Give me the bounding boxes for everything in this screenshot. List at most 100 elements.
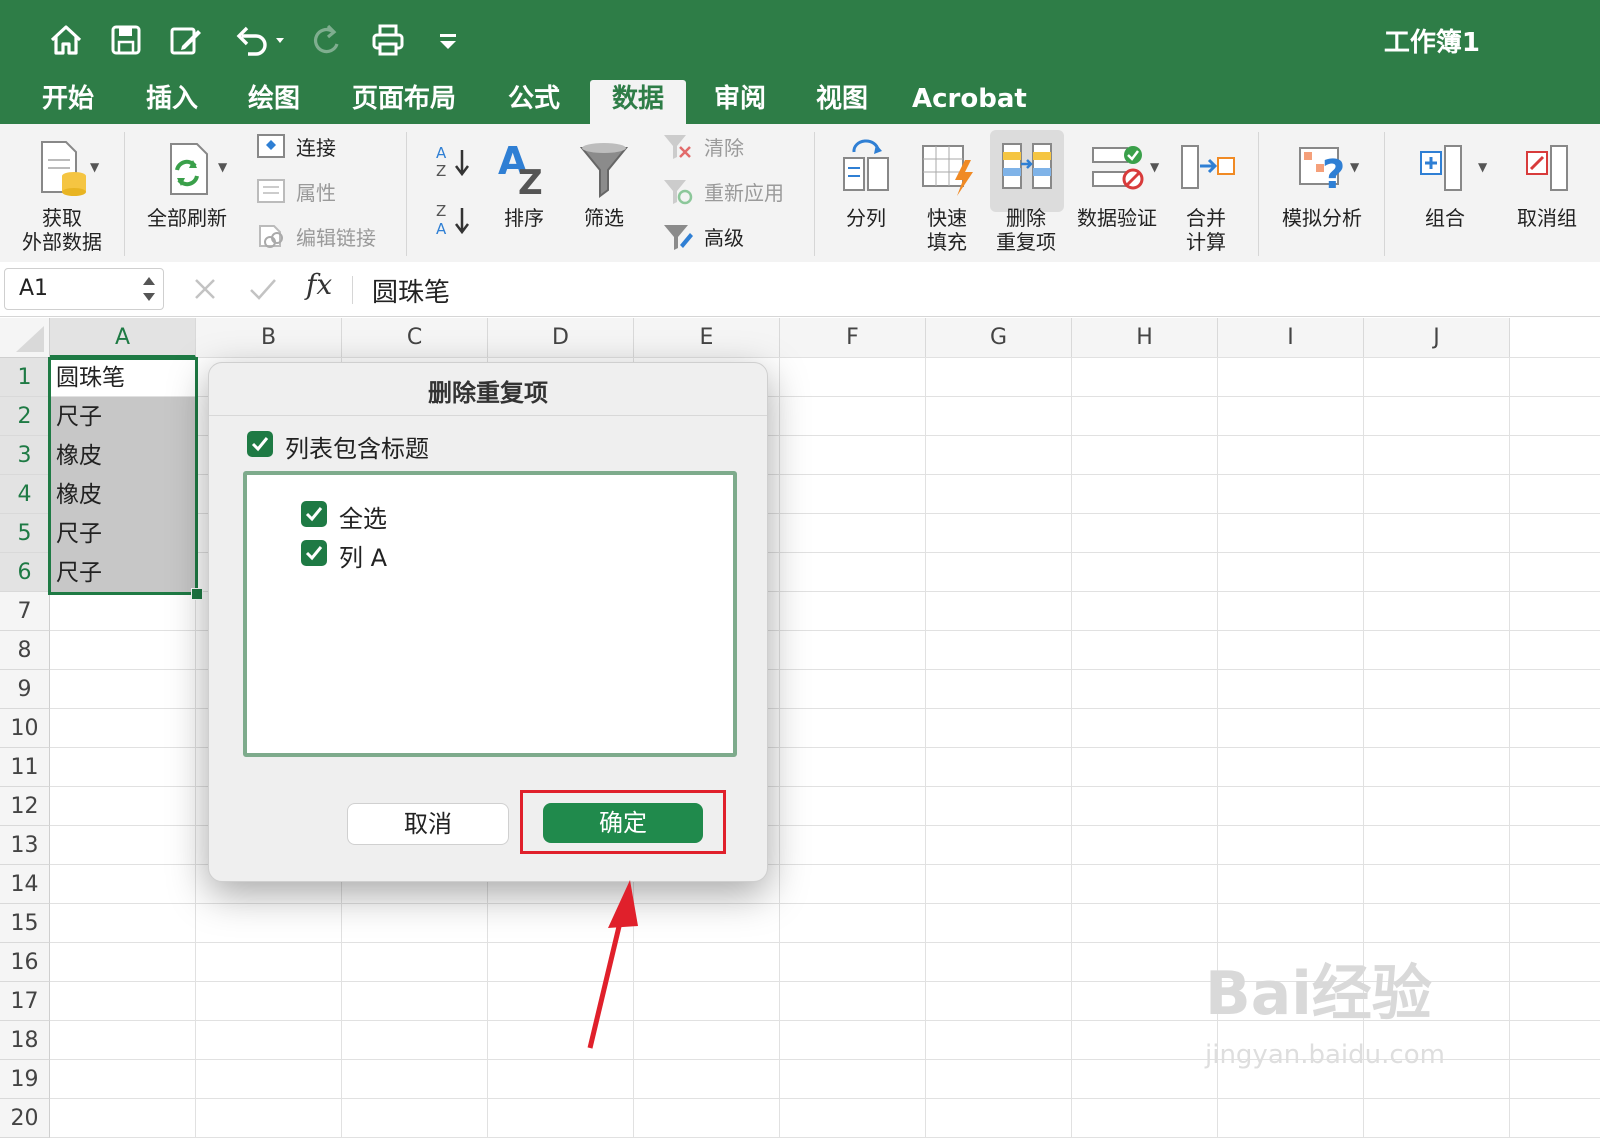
home-icon[interactable] [44, 18, 88, 62]
cell-a2[interactable]: 尺子 [52, 398, 196, 436]
column-a-checkbox[interactable] [301, 540, 327, 566]
row-header-10[interactable]: 10 [0, 709, 50, 748]
ribbon-divider [1384, 132, 1385, 256]
column-header-j[interactable]: J [1364, 318, 1510, 358]
advanced-filter-button[interactable]: 高级 [662, 221, 744, 251]
refresh-all-button[interactable]: 全部刷新 [140, 138, 234, 230]
properties-button[interactable]: 属性 [256, 176, 336, 206]
column-header-a[interactable]: A [50, 318, 196, 358]
consolidate-icon [1181, 145, 1235, 189]
tab-view[interactable]: 视图 [802, 80, 882, 124]
row-header-7[interactable]: 7 [0, 592, 50, 631]
sort-ascending-icon[interactable]: AZ [432, 142, 472, 186]
cell-a5[interactable]: 尺子 [52, 515, 196, 553]
tab-home[interactable]: 开始 [28, 80, 108, 124]
column-header-g[interactable]: G [926, 318, 1072, 358]
row-header-11[interactable]: 11 [0, 748, 50, 787]
flash-fill-label-1: 快速 [927, 206, 967, 230]
undo-icon[interactable] [226, 18, 292, 62]
header-checkbox[interactable] [247, 431, 273, 457]
remove-duplicates-button[interactable] [990, 130, 1064, 212]
cancel-button[interactable]: 取消 [347, 803, 509, 845]
filter-label: 筛选 [584, 206, 624, 230]
text-to-columns-label: 分列 [846, 206, 886, 230]
row-header-6[interactable]: 6 [0, 553, 50, 592]
row-header-1[interactable]: 1 [0, 358, 50, 397]
row-header-8[interactable]: 8 [0, 631, 50, 670]
flash-fill-button[interactable]: 快速 填充 [912, 138, 982, 254]
columns-listbox[interactable]: 全选 列 A [243, 471, 737, 757]
tab-draw[interactable]: 绘图 [234, 80, 314, 124]
chevron-down-icon[interactable]: ▼ [1478, 160, 1487, 174]
chevron-down-icon[interactable]: ▼ [1350, 160, 1359, 174]
cell-a6[interactable]: 尺子 [52, 554, 196, 592]
consolidate-button[interactable]: 合并 计算 [1172, 138, 1240, 254]
sort-label: 排序 [504, 206, 544, 230]
cell-a4[interactable]: 橡皮 [52, 476, 196, 514]
column-header-e[interactable]: E [634, 318, 780, 358]
tab-page-layout[interactable]: 页面布局 [344, 80, 464, 124]
tab-review[interactable]: 审阅 [700, 80, 780, 124]
cell-a3[interactable]: 橡皮 [52, 437, 196, 475]
customize-icon[interactable] [426, 18, 470, 62]
ungroup-icon [1526, 145, 1568, 191]
row-header-17[interactable]: 17 [0, 982, 50, 1021]
cell-a1[interactable]: 圆珠笔 [52, 359, 196, 397]
data-validation-icon [1092, 146, 1144, 190]
tab-data[interactable]: 数据 [590, 80, 686, 124]
column-header-b[interactable]: B [196, 318, 342, 358]
row-header-15[interactable]: 15 [0, 904, 50, 943]
what-if-analysis-button[interactable]: ? 模拟分析 [1274, 138, 1370, 230]
get-external-data-button[interactable]: 获取 外部数据 [14, 138, 110, 254]
confirm-entry-icon[interactable] [248, 276, 278, 302]
data-validation-button[interactable]: 数据验证 [1072, 138, 1162, 230]
select-all-corner[interactable] [0, 318, 50, 358]
sort-descending-icon[interactable]: ZA [432, 200, 472, 244]
insert-function-button[interactable]: fx [306, 268, 332, 301]
edit-links-button[interactable]: 编辑链接 [256, 221, 376, 251]
column-header-i[interactable]: I [1218, 318, 1364, 358]
save-icon[interactable] [104, 18, 148, 62]
column-header-h[interactable]: H [1072, 318, 1218, 358]
row-header-18[interactable]: 18 [0, 1021, 50, 1060]
column-header-c[interactable]: C [342, 318, 488, 358]
column-header-f[interactable]: F [780, 318, 926, 358]
row-header-12[interactable]: 12 [0, 787, 50, 826]
row-header-19[interactable]: 19 [0, 1060, 50, 1099]
clear-filter-button[interactable]: 清除 [662, 131, 744, 161]
reapply-button[interactable]: 重新应用 [662, 176, 784, 206]
print-icon[interactable] [366, 18, 410, 62]
select-all-checkbox[interactable] [301, 501, 327, 527]
tab-insert[interactable]: 插入 [132, 80, 212, 124]
row-header-2[interactable]: 2 [0, 397, 50, 436]
name-box[interactable]: A1 [4, 268, 164, 310]
row-header-20[interactable]: 20 [0, 1099, 50, 1138]
chevron-down-icon[interactable]: ▼ [218, 160, 227, 174]
chevron-down-icon[interactable]: ▼ [1150, 160, 1159, 174]
grid-column-line [1071, 358, 1072, 1138]
text-to-columns-button[interactable]: 分列 [832, 138, 900, 230]
cancel-entry-icon[interactable] [192, 276, 218, 302]
column-header-d[interactable]: D [488, 318, 634, 358]
redo-icon[interactable] [304, 18, 348, 62]
tab-formulas[interactable]: 公式 [494, 80, 574, 124]
row-header-9[interactable]: 9 [0, 670, 50, 709]
ok-highlight-box [520, 790, 726, 854]
row-header-3[interactable]: 3 [0, 436, 50, 475]
chevron-down-icon[interactable]: ▼ [90, 160, 99, 174]
row-header-13[interactable]: 13 [0, 826, 50, 865]
ungroup-button[interactable]: 取消组 [1502, 138, 1592, 230]
group-button[interactable]: 组合 [1400, 138, 1490, 230]
row-header-5[interactable]: 5 [0, 514, 50, 553]
formula-input[interactable]: 圆珠笔 [372, 272, 450, 309]
stepper-icon[interactable] [141, 273, 157, 305]
filter-button[interactable]: 筛选 [572, 138, 636, 230]
row-header-4[interactable]: 4 [0, 475, 50, 514]
row-header-16[interactable]: 16 [0, 943, 50, 982]
row-header-14[interactable]: 14 [0, 865, 50, 904]
sort-button[interactable]: A Z 排序 [492, 138, 556, 230]
connections-button[interactable]: 连接 [256, 131, 336, 161]
ribbon-divider [814, 132, 815, 256]
tab-acrobat[interactable]: Acrobat [912, 80, 1027, 124]
edit-icon[interactable] [164, 18, 208, 62]
